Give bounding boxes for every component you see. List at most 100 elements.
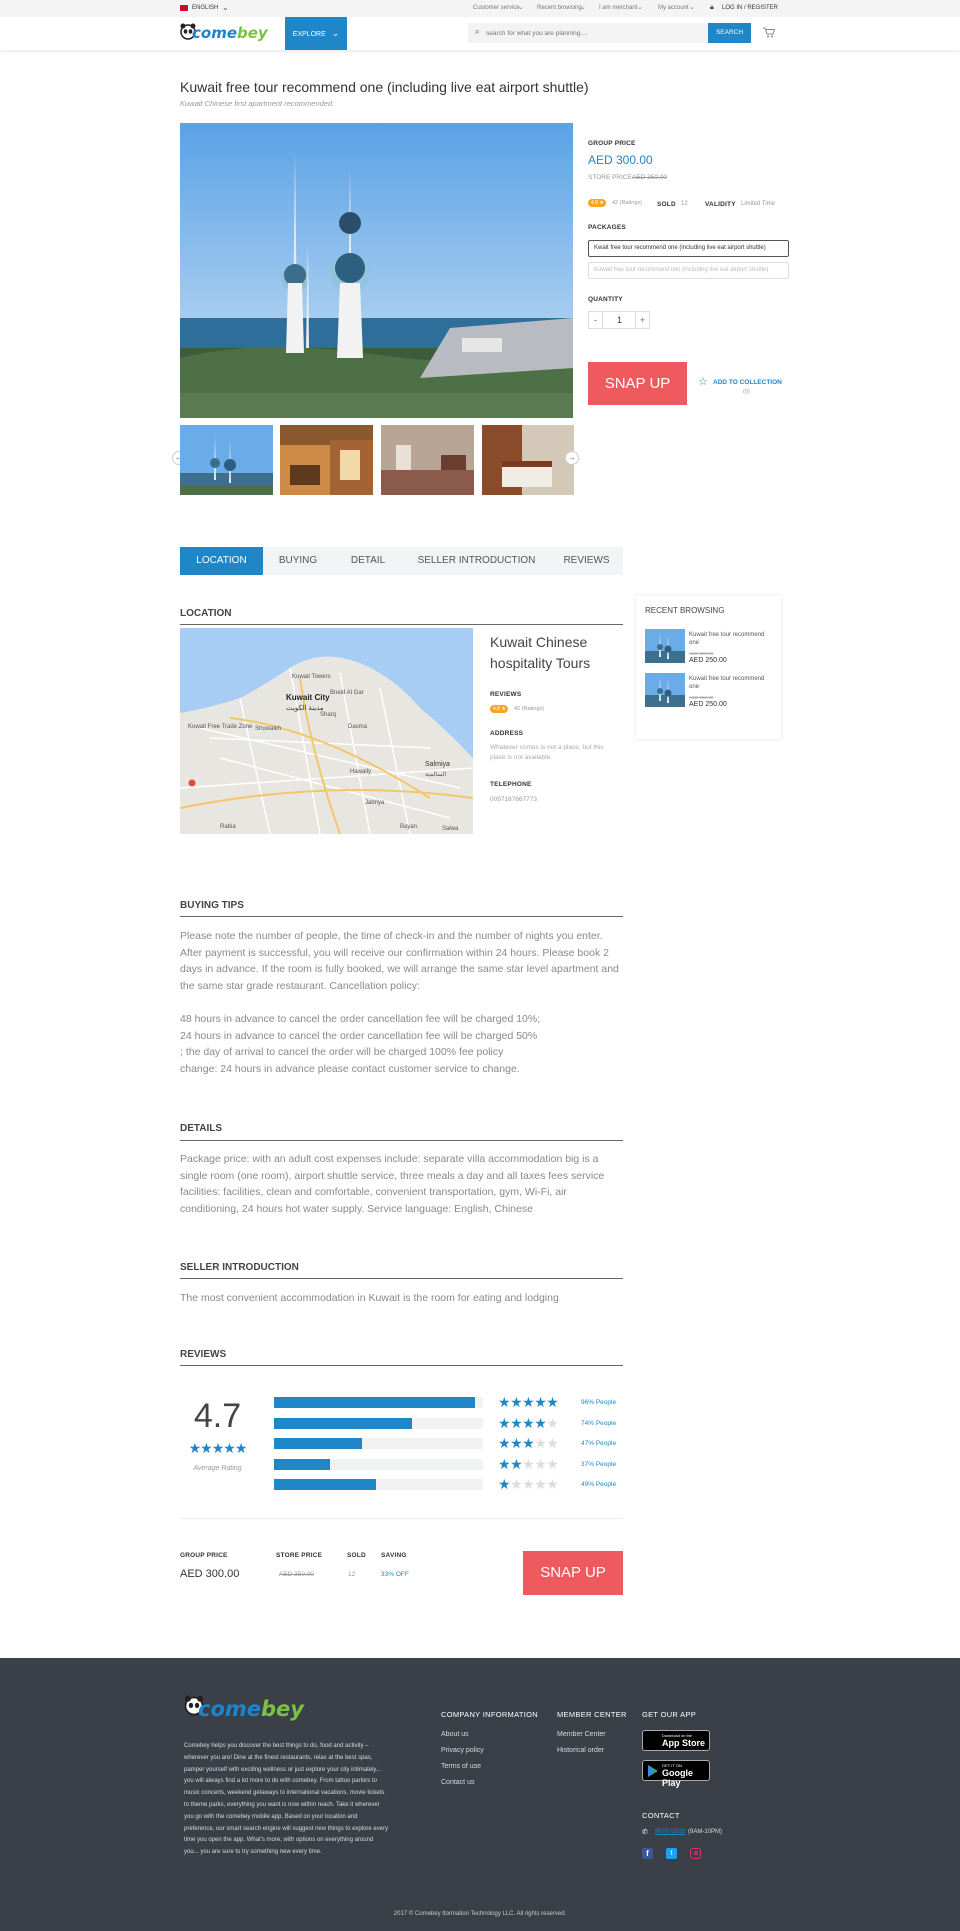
quantity-value[interactable]: 1 (604, 312, 635, 328)
star-icon: ★ (498, 1435, 511, 1451)
star-icon: ★ (510, 1394, 523, 1410)
footer-link-privacy-policy[interactable]: Privacy policy (441, 1747, 484, 1754)
star-icon: ★ (498, 1394, 511, 1410)
tab-detail[interactable]: DETAIL (333, 547, 403, 575)
recent-item-2-price: AED 250.00 (689, 701, 727, 708)
recent-item-2-title[interactable]: Kuwait free tour recommend one (689, 675, 769, 691)
main-product-image[interactable] (180, 123, 573, 418)
map-label-hawally: Hawally (350, 769, 371, 775)
footer-link-historical-order[interactable]: Historical order (557, 1747, 604, 1754)
recent-item-1-image[interactable] (645, 629, 685, 663)
map-image: Kuwait Towers Kuwait City مدينة الكويت S… (180, 628, 473, 834)
app-store-button[interactable]: Download on the App Store (642, 1730, 710, 1751)
footer-link-terms[interactable]: Terms of use (441, 1763, 481, 1770)
seller-heading: SELLER INTRODUCTION (180, 1262, 299, 1273)
facebook-icon[interactable]: f (642, 1848, 653, 1859)
map-label-salwa: Salwa (442, 826, 459, 832)
recent-item-1-old-price: AED 350.00 (689, 651, 714, 656)
review-row-stars: ★★★★★ (498, 1415, 559, 1432)
map-label-shuwaikh: Shuwaikh (255, 726, 281, 732)
topbar-link-customer-service[interactable]: Customer service (473, 5, 520, 11)
logo[interactable]: comebey (180, 21, 268, 45)
cart-icon[interactable] (763, 27, 775, 38)
explore-label: EXPLORE (292, 31, 326, 38)
copyright: 2017 © Comebey Itormation Technology LLC… (393, 1911, 567, 1917)
tab-location[interactable]: LOCATION (180, 547, 263, 575)
summary-snap-up-button[interactable]: SNAP UP (523, 1551, 623, 1595)
thumbnail-1[interactable] (180, 425, 273, 495)
instagram-icon[interactable] (690, 1848, 701, 1859)
star-icon: ★ (534, 1415, 547, 1431)
map-label-free-trade-zone: Kuwait Free Trade Zone (188, 724, 253, 730)
star-icon: ★ (223, 1440, 236, 1456)
star-icon: ★ (534, 1435, 547, 1451)
location-map[interactable]: Kuwait Towers Kuwait City مدينة الكويت S… (180, 628, 473, 834)
logo-text-bey: bey (237, 24, 268, 42)
seller-text: The most convenient accommodation in Kuw… (180, 1292, 559, 1304)
review-bar-track (274, 1459, 483, 1470)
tab-buying[interactable]: BUYING (264, 547, 332, 575)
footer-link-contact[interactable]: Contact us (441, 1779, 474, 1786)
summary-group-price-label: GROUP PRICE (180, 1552, 228, 1559)
cancellation-line-3: ; the day of arrival to cancel the order… (180, 1046, 504, 1058)
search-input[interactable] (486, 26, 676, 40)
footer-logo[interactable]: comebey (184, 1695, 304, 1721)
explore-button[interactable]: EXPLORE ⌄ (285, 17, 347, 50)
rating-badge: 4.8 ★ (588, 199, 606, 207)
google-play-icon (648, 1765, 658, 1777)
footer-link-member-center[interactable]: Member Center (557, 1731, 606, 1738)
header: comebey EXPLORE ⌄ ⌕ SEARCH (0, 17, 960, 50)
thumbnail-3[interactable] (381, 425, 474, 495)
star-icon: ★ (534, 1394, 547, 1410)
google-play-label: Google Play (662, 1768, 693, 1788)
thumbnail-towers-image (180, 425, 273, 495)
chevron-down-icon[interactable]: ⌄ (222, 3, 229, 12)
language-label[interactable]: ENGLISH (192, 5, 218, 11)
quantity-minus-button[interactable]: - (589, 312, 603, 328)
review-bar-fill (274, 1438, 362, 1449)
map-label-salmiya: Salmiya (425, 761, 450, 768)
star-icon: ★ (546, 1435, 559, 1451)
google-play-button[interactable]: GET IT ON Google Play (642, 1760, 710, 1788)
buying-tips-heading: BUYING TIPS (180, 900, 244, 911)
add-to-collection-link[interactable]: ADD TO COLLECTION (713, 379, 782, 386)
cancellation-line-4: change: 24 hours in advance please conta… (180, 1063, 520, 1075)
star-outline-icon[interactable]: ☆ (698, 375, 708, 388)
review-bar-track (274, 1438, 483, 1449)
kuwait-towers-image (180, 123, 573, 418)
twitter-icon[interactable]: t (666, 1848, 677, 1859)
review-row-label: 74% People (581, 1420, 617, 1427)
package-option-2[interactable]: Kuwait free tour recommend two (includin… (588, 262, 789, 279)
star-icon: ★ (522, 1456, 535, 1472)
validity-label: VALIDITY (705, 201, 736, 208)
review-bar-track (274, 1397, 483, 1408)
recent-item-1-title[interactable]: Kuwait free tour recommend one (689, 631, 769, 647)
thumbnail-4[interactable] (482, 425, 574, 495)
topbar-link-merchant[interactable]: I am merchant (599, 5, 637, 11)
group-price: AED 300.00 (588, 153, 653, 167)
rating-badge-value: 4.8 (591, 200, 598, 206)
thumbnail-2[interactable] (280, 425, 373, 495)
search-box[interactable]: ⌕ (468, 23, 708, 43)
footer-link-about-us[interactable]: About us (441, 1731, 469, 1738)
recent-browsing-heading: RECENT BROWSING (645, 606, 725, 615)
phone-icon: ✆ (642, 1829, 648, 1836)
search-button[interactable]: SEARCH (708, 23, 751, 43)
quantity-stepper: - 1 + (588, 311, 650, 329)
star-icon: ★ (522, 1394, 535, 1410)
topbar-link-recent-browsing[interactable]: Recent browsing (537, 5, 582, 11)
package-option-1[interactable]: Kwait free tour recommend one (including… (588, 240, 789, 257)
login-register-link[interactable]: LOG IN / REGISTER (722, 5, 778, 11)
snap-up-button[interactable]: SNAP UP (588, 362, 687, 405)
recent-item-2-image[interactable] (645, 673, 685, 707)
topbar-link-my-account[interactable]: My account (658, 5, 689, 11)
tab-reviews[interactable]: REVIEWS (550, 547, 623, 575)
thumb-next-arrow-icon[interactable]: → (565, 451, 579, 465)
tab-seller-introduction[interactable]: SELLER INTRODUCTION (404, 547, 549, 575)
star-icon: ★ (510, 1476, 523, 1492)
store-price-label: STORE PRICE (588, 174, 632, 181)
top-bar: ENGLISH ⌄ Customer service ⌄ Recent brow… (0, 0, 960, 17)
footer-phone[interactable]: 967871518 (655, 1829, 685, 1835)
quantity-plus-button[interactable]: + (635, 312, 649, 328)
review-bar-track (274, 1479, 483, 1490)
